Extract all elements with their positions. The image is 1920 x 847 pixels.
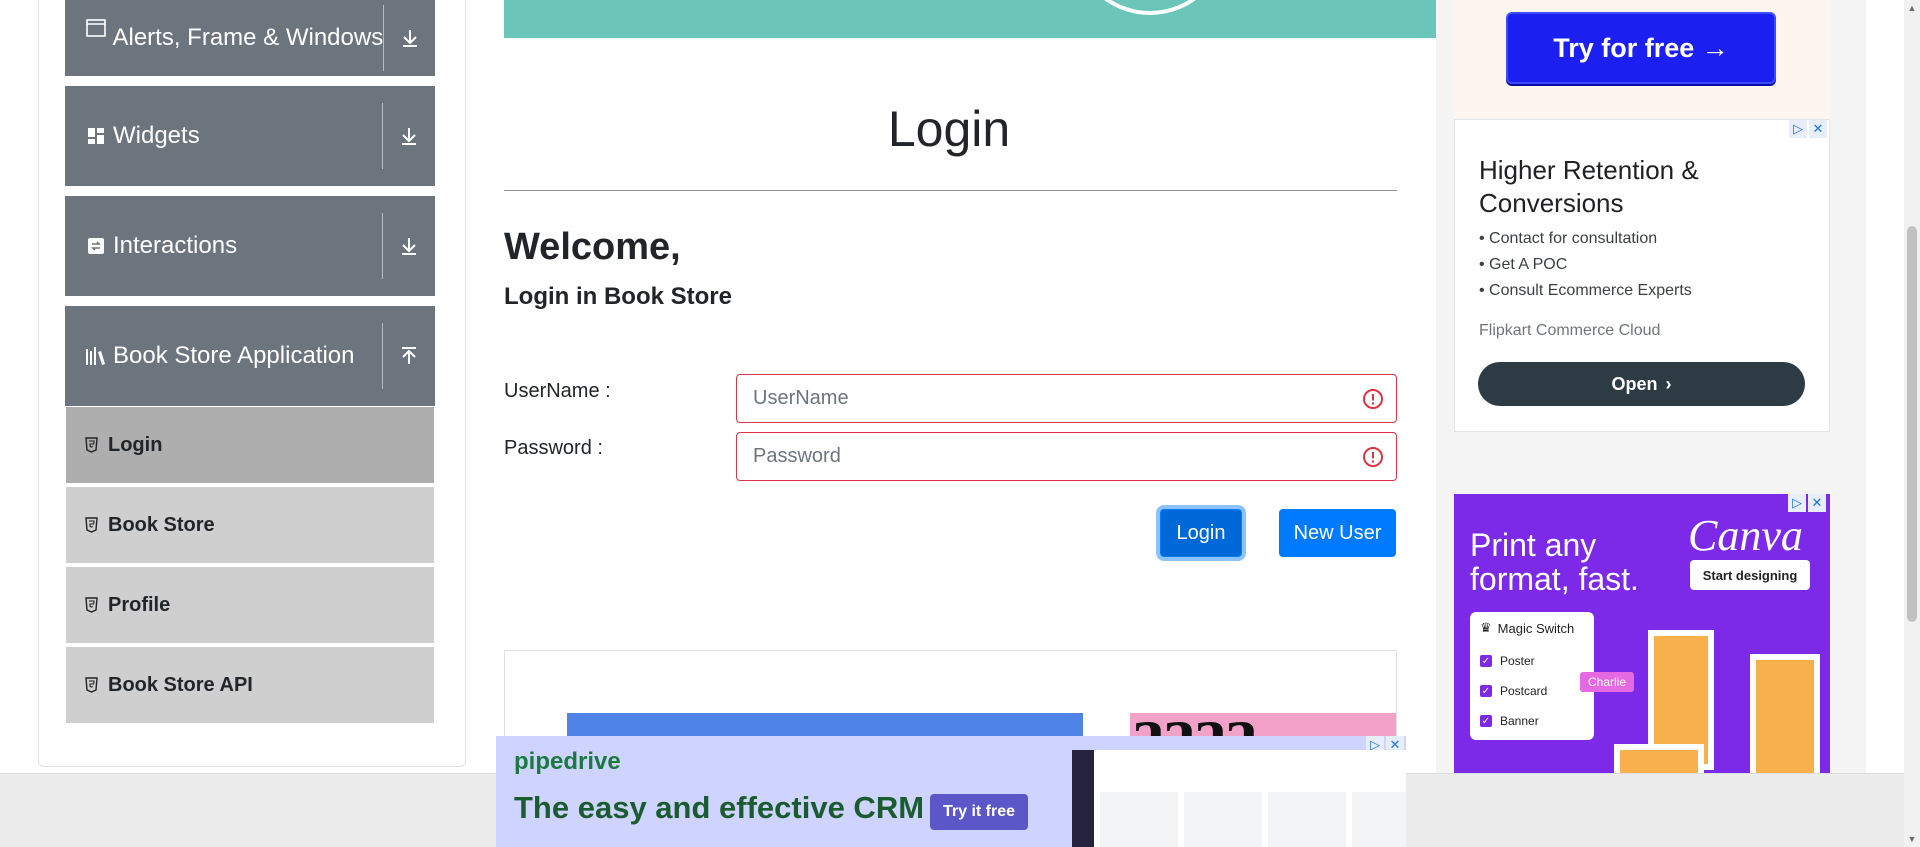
open-button-label: Open bbox=[1611, 373, 1658, 394]
sidebar-group-label: Interactions bbox=[113, 232, 238, 259]
open-button[interactable]: Open › bbox=[1478, 362, 1805, 406]
checkbox-icon: ✓ bbox=[1480, 685, 1492, 697]
error-icon bbox=[1363, 388, 1383, 409]
close-icon[interactable]: ✕ bbox=[1809, 120, 1827, 138]
header-banner bbox=[504, 0, 1436, 38]
interactions-icon bbox=[85, 235, 107, 257]
sidebar-group-book-store-application[interactable]: Book Store Application bbox=[65, 306, 435, 406]
sidebar-item-label: Login bbox=[108, 433, 163, 456]
pipedrive-ad[interactable]: ▷ ✕ pipedrive The easy and effective CRM… bbox=[496, 736, 1406, 847]
download-arrow-icon[interactable] bbox=[383, 196, 435, 296]
board-column bbox=[1352, 792, 1406, 847]
panel-title-text: Magic Switch bbox=[1497, 620, 1575, 636]
list-item-text: Get A POC bbox=[1489, 256, 1568, 273]
divider bbox=[382, 213, 383, 279]
banner-logo-ring bbox=[1070, 0, 1230, 15]
download-arrow-icon[interactable] bbox=[383, 86, 435, 186]
app-sidebar bbox=[1072, 750, 1094, 847]
html5-icon bbox=[84, 676, 98, 694]
page: Alerts, Frame & Windows Widgets Interact… bbox=[0, 0, 1920, 847]
password-label: Password : bbox=[504, 437, 603, 459]
ad-headline: Higher Retention & Conversions bbox=[1479, 155, 1699, 218]
library-icon bbox=[85, 345, 107, 367]
widgets-icon bbox=[85, 125, 107, 147]
list-item: • Contact for consultation bbox=[1479, 230, 1658, 247]
login-button[interactable]: Login bbox=[1160, 509, 1242, 557]
option-row: ✓ Banner bbox=[1480, 706, 1584, 736]
password-field[interactable] bbox=[736, 432, 1397, 481]
try-it-free-button[interactable]: Try it free bbox=[930, 794, 1028, 830]
poster-image bbox=[1750, 654, 1820, 773]
new-user-button[interactable]: New User bbox=[1279, 509, 1396, 557]
option-label: Postcard bbox=[1500, 684, 1548, 698]
board-column bbox=[1184, 792, 1262, 847]
sidebar-group-label: Alerts, Frame & Windows bbox=[112, 24, 384, 51]
html5-icon bbox=[84, 516, 98, 534]
adchoices-icon[interactable]: ▷ bbox=[1789, 120, 1807, 138]
product-screenshot bbox=[1072, 750, 1406, 847]
welcome-heading: Welcome, bbox=[504, 226, 681, 268]
scroll-down-icon[interactable]: ▼ bbox=[1904, 831, 1920, 847]
sidebar-item-profile[interactable]: Profile bbox=[66, 567, 434, 645]
username-field[interactable] bbox=[736, 374, 1397, 423]
upload-arrow-icon[interactable] bbox=[383, 306, 435, 406]
sidebar-group-label: Widgets bbox=[113, 122, 200, 149]
magic-switch-panel: ♛ Magic Switch ✓ Poster ✓ Postcard ✓ Banner bbox=[1470, 612, 1594, 740]
list-item: • Consult Ecommerce Experts bbox=[1479, 282, 1692, 299]
canva-logo: Canva bbox=[1688, 511, 1803, 560]
ad-brand: Flipkart Commerce Cloud bbox=[1479, 322, 1661, 339]
scroll-up-icon[interactable]: ▲ bbox=[1904, 0, 1920, 16]
board-column bbox=[1268, 792, 1346, 847]
option-row: ✓ Poster bbox=[1480, 646, 1584, 676]
checkbox-icon: ✓ bbox=[1480, 655, 1492, 667]
sidebar-item-book-store[interactable]: Book Store bbox=[66, 487, 434, 565]
board-column bbox=[1100, 792, 1178, 847]
sidebar-item-label: Book Store bbox=[108, 513, 215, 536]
sidebar-item-login[interactable]: Login bbox=[66, 407, 434, 485]
ad-headline: The easy and effective CRM bbox=[514, 790, 925, 825]
try-for-free-button[interactable]: Try for free → bbox=[1506, 12, 1776, 84]
crown-icon: ♛ bbox=[1480, 620, 1492, 635]
username-input[interactable] bbox=[737, 375, 1362, 422]
list-item-text: Consult Ecommerce Experts bbox=[1489, 282, 1692, 299]
username-label: UserName : bbox=[504, 380, 611, 402]
canva-ad[interactable]: ▷ ✕ Print any format, fast. Canva Start … bbox=[1454, 494, 1830, 773]
sidebar-group-label: Book Store Application bbox=[113, 342, 355, 369]
sidebar-item-label: Book Store API bbox=[108, 673, 253, 696]
sidebar-group-widgets[interactable]: Widgets bbox=[65, 86, 435, 186]
divider bbox=[383, 5, 385, 71]
ad-choices[interactable]: ▷ ✕ bbox=[1789, 120, 1827, 138]
page-title: Login bbox=[887, 101, 1011, 157]
ad-headline: Print any format, fast. bbox=[1470, 527, 1639, 597]
window-icon bbox=[85, 17, 106, 39]
html5-icon bbox=[84, 436, 98, 454]
cursor-tag: Charlie bbox=[1580, 672, 1635, 692]
poster-image bbox=[1614, 744, 1704, 773]
pipedrive-logo: pipedrive bbox=[514, 748, 621, 775]
password-input[interactable] bbox=[737, 433, 1362, 480]
start-designing-button[interactable]: Start designing bbox=[1690, 560, 1810, 590]
ad-bullet-list: • Contact for consultation • Get A POC •… bbox=[1479, 230, 1692, 308]
sidebar-group-interactions[interactable]: Interactions bbox=[65, 196, 435, 296]
divider bbox=[382, 323, 383, 389]
close-icon[interactable]: ✕ bbox=[1808, 494, 1826, 512]
sidebar-item-book-store-api[interactable]: Book Store API bbox=[66, 647, 434, 725]
option-label: Banner bbox=[1500, 714, 1539, 728]
panel-title: ♛ Magic Switch bbox=[1480, 620, 1584, 636]
sidebar-item-label: Profile bbox=[108, 593, 171, 616]
scroll-thumb[interactable] bbox=[1907, 226, 1917, 622]
divider bbox=[504, 190, 1397, 191]
list-item-text: Contact for consultation bbox=[1489, 230, 1658, 247]
html5-icon bbox=[84, 596, 98, 614]
list-item: • Get A POC bbox=[1479, 256, 1568, 273]
option-row: ✓ Postcard bbox=[1480, 676, 1584, 706]
chevron-right-icon: › bbox=[1665, 373, 1672, 394]
download-arrow-icon[interactable] bbox=[384, 0, 435, 76]
checkbox-icon: ✓ bbox=[1480, 715, 1492, 727]
error-icon bbox=[1363, 446, 1383, 467]
sidebar-group-alerts[interactable]: Alerts, Frame & Windows bbox=[65, 0, 435, 76]
divider bbox=[382, 103, 383, 169]
login-subheading: Login in Book Store bbox=[504, 283, 732, 310]
option-label: Poster bbox=[1500, 654, 1535, 668]
